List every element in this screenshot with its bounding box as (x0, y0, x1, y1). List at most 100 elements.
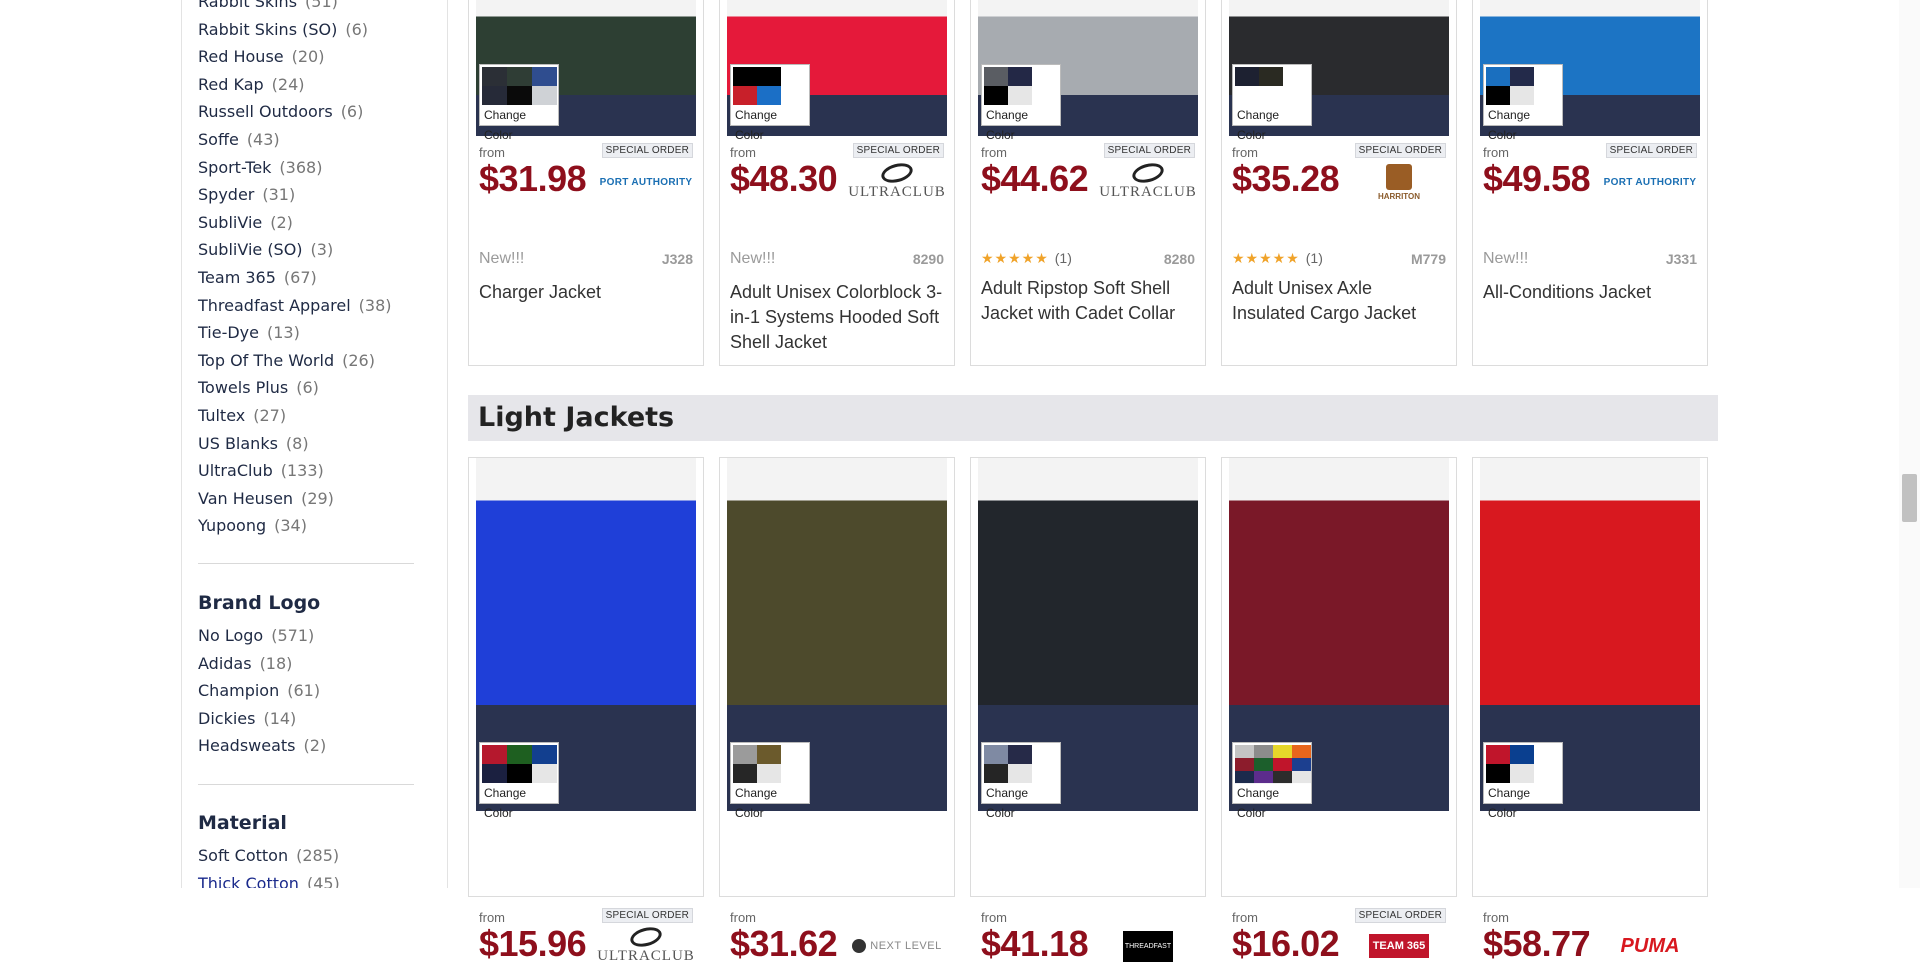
filter-option-count: (61) (287, 681, 321, 701)
filter-option[interactable]: SubliVie (2) (182, 209, 392, 237)
color-swatch (507, 764, 532, 783)
color-swatch (482, 764, 507, 783)
color-swatch (532, 86, 557, 105)
filter-option[interactable]: Threadfast Apparel (38) (182, 292, 392, 320)
product-name-link[interactable]: Adult Ripstop Soft Shell Jacket with Cad… (981, 276, 1195, 326)
material-filter-list: Soft Cotton (285) Thick Cotton (45) (182, 842, 340, 888)
filter-option[interactable]: Rabbit Skins (51) (182, 0, 392, 16)
ultraclub-swoosh-icon (628, 923, 664, 950)
color-swatch (757, 745, 781, 764)
change-color-button[interactable]: Change Color (730, 742, 810, 820)
filter-option-count: (6) (296, 378, 319, 398)
filter-option[interactable]: Rabbit Skins (SO) (6) (182, 16, 392, 44)
filter-option-label: Russell Outdoors (198, 102, 333, 122)
special-order-badge: SPECIAL ORDER (1103, 143, 1195, 158)
filter-option-label: SubliVie (198, 212, 263, 232)
product-name-link[interactable]: Adult Unisex Colorblock 3-in-1 Systems H… (730, 280, 944, 355)
filter-option[interactable]: SubliVie (SO) (3) (182, 236, 392, 264)
change-color-button[interactable]: Change Color (479, 64, 559, 142)
change-color-label: Change Color (1233, 105, 1311, 142)
product-name-link[interactable]: Adult Unisex Axle Insulated Cargo Jacket (1232, 276, 1446, 326)
harriton-mark: HARRITON (1378, 163, 1420, 201)
product-price: $44.62 (981, 158, 1089, 199)
filter-option[interactable]: Russell Outdoors (6) (182, 98, 392, 126)
filter-option-count: (3) (310, 240, 334, 260)
change-color-button[interactable]: Change Color (1483, 64, 1563, 142)
filter-option-count: (29) (301, 488, 334, 508)
change-color-button[interactable]: Change Color (981, 64, 1061, 142)
filter-option[interactable]: Van Heusen (29) (182, 485, 392, 513)
star-rating[interactable]: ★★★★★ (1) (1232, 250, 1323, 267)
filter-option[interactable]: Soft Cotton (285) (182, 842, 340, 870)
product-card[interactable]: Change Color from SPECIAL ORDER $48.30 ULTRA… (719, 0, 955, 366)
filter-option[interactable]: Dickies (14) (182, 705, 326, 733)
change-color-button[interactable]: Change Color (730, 64, 810, 142)
product-card[interactable]: Change Color from SPECIAL ORDER $44.62 ULTRA… (970, 0, 1206, 366)
color-swatch (1510, 67, 1534, 86)
filter-option-count: (38) (358, 295, 392, 315)
special-order-badge: SPECIAL ORDER (1605, 143, 1697, 158)
change-color-label: Change Color (731, 105, 809, 142)
color-swatch (507, 67, 532, 86)
scrollbar-thumb[interactable] (1902, 474, 1917, 522)
brand-logo-text: PORT AUTHORITY (599, 176, 693, 188)
product-card[interactable]: Change Color from SPECIAL ORDER $35.28 HARRI… (1221, 0, 1457, 366)
filter-option-label: Tultex (198, 405, 246, 425)
filter-option-label: Threadfast Apparel (198, 295, 351, 315)
ultraclub-swoosh-icon (879, 159, 915, 186)
filter-option[interactable]: Sport-Tek (368) (182, 154, 392, 182)
change-color-button[interactable]: Change Color (1483, 742, 1563, 820)
color-swatch (507, 745, 532, 764)
filter-option[interactable]: Headsweats (2) (182, 732, 326, 760)
product-card[interactable]: Change Color from $58.77 PUMA (1472, 457, 1708, 964)
color-swatch (1008, 67, 1032, 86)
change-color-button[interactable]: Change Color (479, 742, 559, 820)
filter-option[interactable]: Spyder (31) (182, 181, 392, 209)
filter-option[interactable]: No Logo (571) (182, 622, 326, 650)
change-color-label: Change Color (480, 783, 558, 820)
filter-option[interactable]: Red Kap (24) (182, 71, 392, 99)
color-swatch (1292, 745, 1311, 758)
product-card[interactable]: Change Color from SPECIAL ORDER $31.98 PORT … (468, 0, 704, 366)
color-swatch (1273, 758, 1292, 771)
filter-option-label: Red Kap (198, 74, 264, 94)
change-color-button[interactable]: Change Color (1232, 742, 1312, 820)
product-card[interactable]: Change Color from SPECIAL ORDER $16.02 TEAM … (1221, 457, 1457, 964)
filter-option[interactable]: Tultex (27) (182, 402, 392, 430)
filter-option[interactable]: Top Of The World (26) (182, 347, 392, 375)
star-rating[interactable]: ★★★★★ (1) (981, 250, 1072, 267)
color-swatch (733, 86, 757, 105)
brand-logo: PUMA (1603, 924, 1697, 968)
brand-logo-heading: Brand Logo (198, 592, 321, 614)
special-order-badge: SPECIAL ORDER (1354, 908, 1446, 923)
product-name-link[interactable]: All-Conditions Jacket (1483, 280, 1697, 305)
color-swatch-grid (1235, 745, 1311, 784)
scrollbar-track[interactable] (1899, 0, 1920, 888)
filter-option[interactable]: Soffe (43) (182, 126, 392, 154)
color-swatch (507, 86, 532, 105)
filter-option[interactable]: Thick Cotton (45) (182, 870, 340, 888)
filter-option[interactable]: Champion (61) (182, 677, 326, 705)
change-color-button[interactable]: Change Color (981, 742, 1061, 820)
filter-option[interactable]: Tie-Dye (13) (182, 319, 392, 347)
product-name-link[interactable]: Charger Jacket (479, 280, 693, 305)
filter-option[interactable]: Yupoong (34) (182, 512, 392, 540)
product-card[interactable]: Change Color from SPECIAL ORDER $15.96 ULTRA… (468, 457, 704, 964)
color-swatch-grid (733, 67, 781, 105)
filter-option[interactable]: Towels Plus (6) (182, 374, 392, 402)
filter-option[interactable]: Red House (20) (182, 43, 392, 71)
filter-option[interactable]: Adidas (18) (182, 650, 326, 678)
filter-option[interactable]: Team 365 (67) (182, 264, 392, 292)
filter-option-label: Rabbit Skins (198, 0, 298, 11)
color-swatch (532, 67, 557, 86)
filter-option[interactable]: UltraClub (133) (182, 457, 392, 485)
product-card[interactable]: Change Color from SPECIAL ORDER $49.58 PORT … (1472, 0, 1708, 366)
color-swatch (532, 745, 557, 764)
product-card[interactable]: Change Color from $41.18 THREADFAST (970, 457, 1206, 964)
product-card[interactable]: Change Color from $31.62 NEXT LEVEL (719, 457, 955, 964)
change-color-button[interactable]: Change Color (1232, 64, 1312, 142)
special-order-badge: SPECIAL ORDER (601, 143, 693, 158)
filter-option[interactable]: US Blanks (8) (182, 430, 392, 458)
color-swatch (1510, 86, 1534, 105)
filter-option-count: (34) (274, 516, 307, 536)
